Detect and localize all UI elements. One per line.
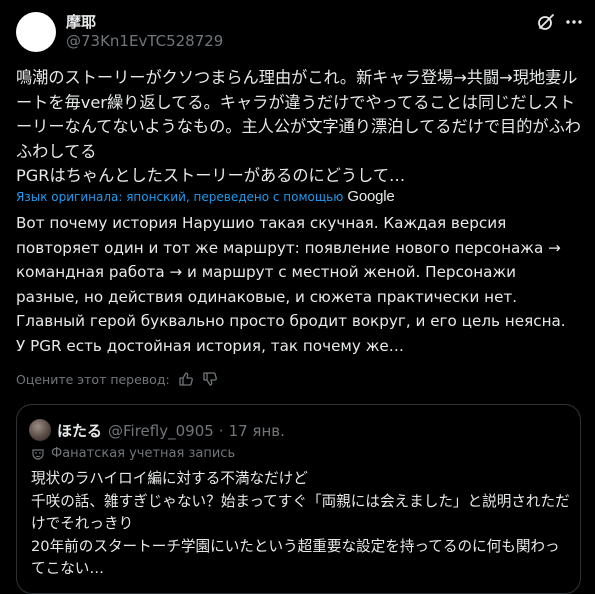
google-logo: Google — [347, 188, 395, 205]
quote-author-handle[interactable]: @Firefly_0905 — [108, 422, 214, 440]
author-handle[interactable]: @73Kn1EvTC528729 — [66, 32, 223, 50]
post-original-text: 鳴潮のストーリーがクソつまらん理由がこれ。新キャラ登場→共闘→現地妻ルートを毎v… — [16, 68, 581, 185]
quoted-post[interactable]: ほたる @Firefly_0905 · 17 янв. Фанатская уч… — [16, 404, 581, 594]
rate-translation-label: Оцените этот перевод: — [16, 371, 170, 387]
mask-icon — [32, 448, 44, 460]
thumbs-up-icon[interactable] — [178, 371, 194, 387]
rate-translation: Оцените этот перевод: — [16, 371, 218, 387]
author-name[interactable]: 摩耶 — [66, 11, 96, 32]
more-icon[interactable] — [564, 12, 584, 32]
quote-header: ほたる @Firefly_0905 · 17 янв. — [57, 420, 285, 441]
translation-notice-label: Язык оригинала: японский, переведено с п… — [16, 189, 344, 204]
quote-account-label: Фанатская учетная запись — [31, 446, 235, 461]
quote-author-avatar[interactable] — [29, 419, 51, 441]
quote-author-name[interactable]: ほたる — [57, 420, 102, 441]
quote-account-text: Фанатская учетная запись — [51, 446, 236, 461]
quote-separator: · — [218, 422, 224, 440]
post-translated-text: Вот почему история Нарушио такая скучная… — [16, 214, 566, 355]
quote-text: 現状のラハイロイ編に対する不満なだけど 千咲の話、雑すぎじゃない？始まってすぐ「… — [31, 470, 570, 577]
grok-icon[interactable] — [536, 12, 556, 32]
author-avatar[interactable] — [16, 12, 56, 52]
quote-date[interactable]: 17 янв. — [229, 422, 285, 440]
thumbs-down-icon[interactable] — [202, 371, 218, 387]
post: 摩耶 @73Kn1EvTC528729 鳴潮のストーリーがクソつまらん理由がこれ… — [0, 0, 595, 594]
translation-notice[interactable]: Язык оригинала: японский, переведено с п… — [16, 188, 395, 205]
